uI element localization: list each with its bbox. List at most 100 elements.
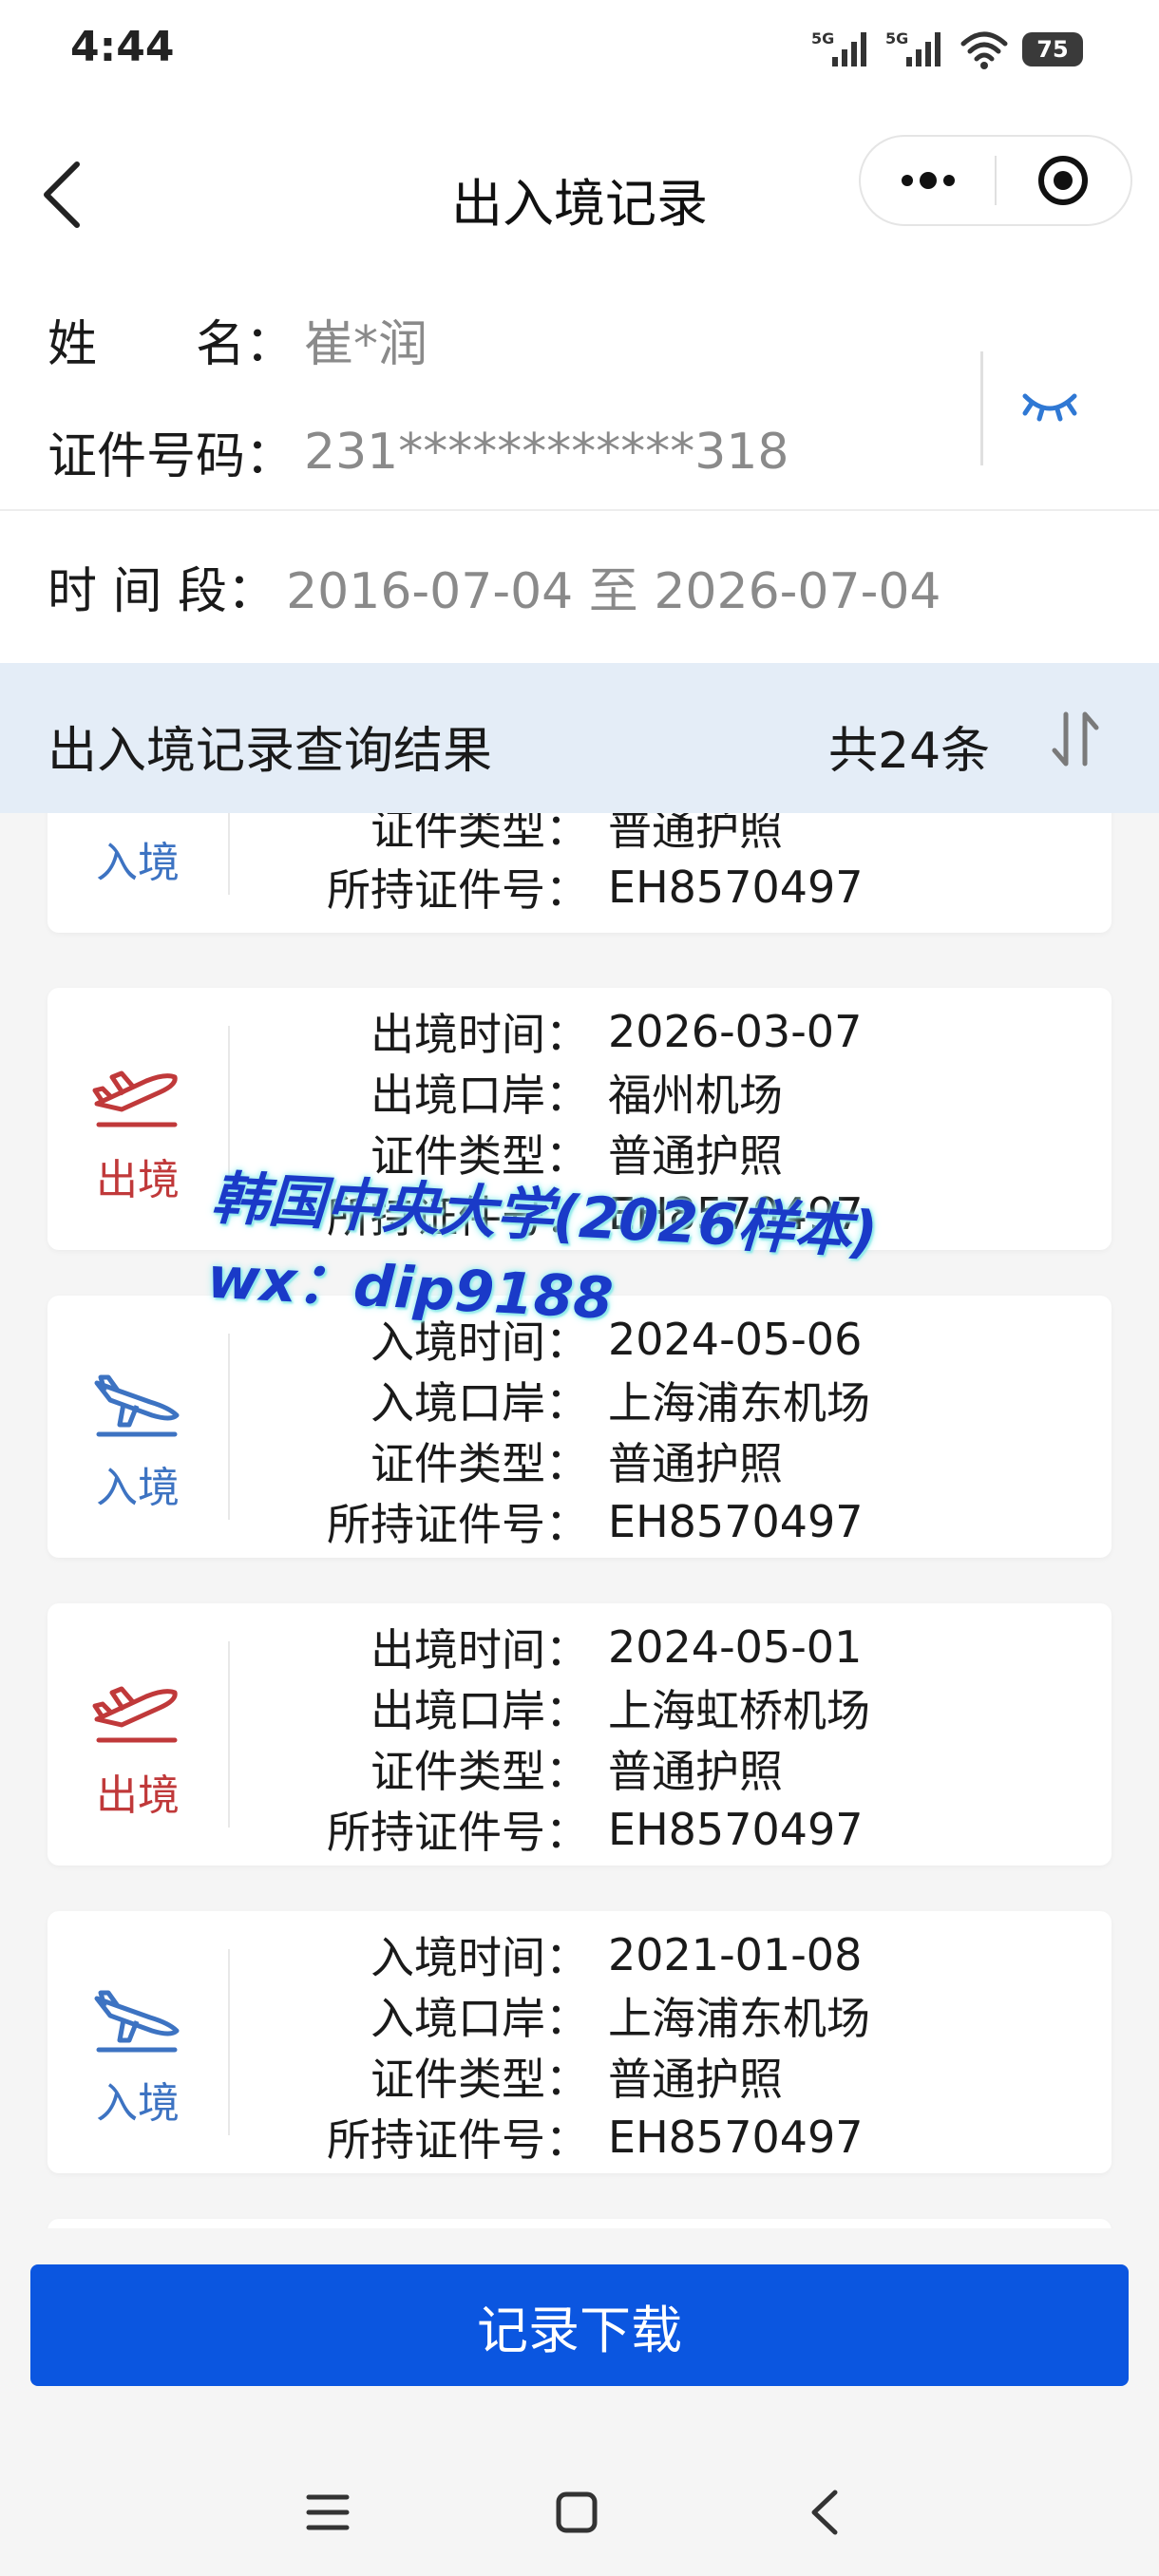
record-download-button[interactable]: 记录下载 (30, 2264, 1129, 2386)
info-panel: 姓 名： 崔*润 证件号码： 231************318 时 间 段：… (0, 266, 1159, 665)
field-label: 所持证件号： (327, 1499, 589, 1550)
back-triangle-icon (811, 2490, 838, 2535)
wifi-icon (960, 31, 1008, 69)
field-row: 证件类型： 普通护照 (238, 813, 1092, 857)
home-square-icon (556, 2491, 598, 2533)
close-target-icon (1038, 156, 1089, 205)
field-label: 入境口岸： (370, 1377, 589, 1429)
field-row: 出境口岸： 福州机场 (238, 1062, 1092, 1123)
menu-button[interactable] (285, 2470, 370, 2555)
record-card[interactable] (48, 2219, 1112, 2228)
direction-label: 出境 (96, 1156, 180, 1204)
field-value: EH8570497 (608, 1804, 864, 1855)
field-label: 出境口岸： (370, 1685, 589, 1736)
record-card[interactable]: 入境 入境时间： 2024-05-06 入境口岸： 上海浦东机场 证件类型： 普… (48, 1296, 1112, 1558)
more-button[interactable] (861, 135, 995, 226)
card-divider (228, 1949, 230, 2135)
record-direction: 出境 (48, 1603, 228, 1866)
card-divider (228, 1641, 230, 1828)
field-value: 2024-05-01 (608, 1621, 863, 1673)
field-row: 证件类型： 普通护照 (238, 1430, 1092, 1491)
field-value: 上海虹桥机场 (608, 1685, 870, 1736)
field-row: 证件类型： 普通护照 (238, 1123, 1092, 1184)
field-value: 普通护照 (608, 2054, 783, 2105)
result-count: 共24条 (828, 723, 991, 780)
nav-bar: 出入境记录 (0, 95, 1159, 266)
field-label: 证件类型： (370, 2054, 589, 2105)
system-back-button[interactable] (781, 2470, 866, 2555)
plane-arrival-icon (94, 1990, 180, 2053)
field-label: 证件类型： (370, 813, 589, 855)
sort-button[interactable] (1045, 705, 1106, 773)
field-label: 入境时间： (370, 1932, 589, 1983)
record-fields: 出境时间： 2026-03-07 出境口岸： 福州机场 证件类型： 普通护照 所… (238, 1001, 1092, 1244)
record-fields: 入境时间： 2021-01-08 入境口岸： 上海浦东机场 证件类型： 普通护照… (238, 1924, 1092, 2168)
field-row: 所持证件号： EH8570497 (238, 2107, 1092, 2168)
field-value: 福州机场 (608, 1070, 783, 1121)
field-value: 2024-05-06 (608, 1314, 863, 1365)
result-header: 出入境记录查询结果 共24条 (0, 663, 1159, 813)
field-row: 所持证件号： EH8570497 (238, 1799, 1092, 1860)
plane-departure-icon (92, 1070, 178, 1127)
field-value: 普通护照 (608, 1438, 783, 1489)
field-value: EH8570497 (608, 1188, 864, 1240)
record-direction: 入境 (48, 813, 228, 933)
name-value: 崔*润 (304, 316, 428, 373)
record-list[interactable]: 入境 证件类型： 普通护照 所持证件号： EH8570497 出境 出境时间： … (0, 813, 1159, 2228)
network-label-2: 5G (885, 29, 908, 47)
field-row: 入境口岸： 上海浦东机场 (238, 1985, 1092, 2046)
system-nav-bar (0, 2451, 1159, 2565)
field-label: 所持证件号： (327, 1807, 589, 1858)
name-row: 姓 名： 崔*润 (48, 304, 428, 375)
result-title: 出入境记录查询结果 (48, 723, 493, 780)
record-card[interactable]: 出境 出境时间： 2024-05-01 出境口岸： 上海虹桥机场 证件类型： 普… (48, 1603, 1112, 1866)
field-row: 证件类型： 普通护照 (238, 1738, 1092, 1799)
signal-5g-icon-2: 5G (885, 29, 940, 66)
record-card[interactable]: 入境 入境时间： 2021-01-08 入境口岸： 上海浦东机场 证件类型： 普… (48, 1911, 1112, 2173)
field-value: 普通护照 (608, 813, 783, 855)
field-value: 普通护照 (608, 1746, 783, 1797)
field-value: 2026-03-07 (608, 1006, 863, 1057)
direction-label: 入境 (96, 1464, 180, 1512)
record-fields: 出境时间： 2024-05-01 出境口岸： 上海虹桥机场 证件类型： 普通护照… (238, 1617, 1092, 1860)
field-row: 入境口岸： 上海浦东机场 (238, 1370, 1092, 1430)
record-card[interactable]: 出境 出境时间： 2026-03-07 出境口岸： 福州机场 证件类型： 普通护… (48, 988, 1112, 1250)
field-label: 所持证件号： (327, 1191, 589, 1242)
close-button[interactable] (997, 135, 1130, 226)
field-row: 证件类型： 普通护照 (238, 2046, 1092, 2107)
card-divider (228, 1334, 230, 1520)
direction-label: 出境 (96, 1771, 180, 1820)
id-row: 证件号码： 231************318 (48, 416, 789, 487)
period-value: 2016-07-04 至 2026-07-04 (286, 563, 941, 620)
direction-label: 入境 (96, 2079, 180, 2128)
record-direction: 入境 (48, 1296, 228, 1558)
home-button[interactable] (534, 2470, 619, 2555)
field-value: EH8570497 (608, 862, 864, 913)
direction-label: 入境 (96, 839, 180, 887)
field-value: 上海浦东机场 (608, 1993, 870, 2044)
record-fields: 证件类型： 普通护照 所持证件号： EH8570497 (238, 813, 1092, 918)
field-row: 所持证件号： EH8570497 (238, 1184, 1092, 1244)
field-value: EH8570497 (608, 2112, 864, 2163)
field-label: 证件类型： (370, 1438, 589, 1489)
field-row: 所持证件号： EH8570497 (238, 1491, 1092, 1552)
field-row: 所持证件号： EH8570497 (238, 857, 1092, 918)
plane-arrival-icon (94, 1374, 180, 1437)
more-dots-icon (901, 172, 955, 189)
toggle-visibility-button[interactable] (978, 353, 1121, 458)
field-value: 上海浦东机场 (608, 1377, 870, 1429)
card-divider (228, 813, 230, 895)
field-label: 证件类型： (370, 1746, 589, 1797)
plane-departure-icon (92, 1686, 178, 1743)
field-label: 出境口岸： (370, 1070, 589, 1121)
eye-closed-icon (1022, 393, 1077, 422)
field-label: 出境时间： (370, 1009, 589, 1060)
sort-arrows-icon (1052, 711, 1099, 767)
period-row: 时 间 段： 2016-07-04 至 2026-07-04 (48, 551, 941, 622)
field-row: 出境时间： 2024-05-01 (238, 1617, 1092, 1677)
record-fields: 入境时间： 2024-05-06 入境口岸： 上海浦东机场 证件类型： 普通护照… (238, 1309, 1092, 1552)
field-row: 入境时间： 2021-01-08 (238, 1924, 1092, 1985)
card-divider (228, 1026, 230, 1212)
status-icons: 5G 5G 75 (811, 27, 1083, 72)
record-card[interactable]: 入境 证件类型： 普通护照 所持证件号： EH8570497 (48, 813, 1112, 933)
